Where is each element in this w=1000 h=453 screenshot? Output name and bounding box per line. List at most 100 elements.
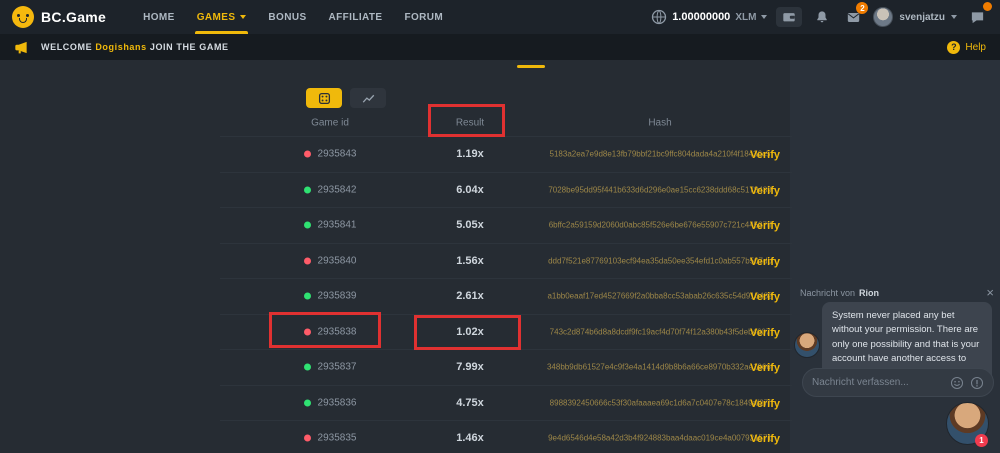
chat-badge (983, 2, 992, 11)
trend-icon (362, 92, 375, 105)
status-dot (304, 151, 311, 158)
result-value: 5.05x (410, 219, 530, 231)
sender-avatar (794, 332, 820, 358)
table-row: 2935835 1.46x 9e4d6546d4e58a42d3b4f92488… (220, 420, 792, 453)
game-id: 2935841 (318, 220, 357, 231)
result-value: 4.75x (410, 397, 530, 409)
result-value: 1.56x (410, 255, 530, 267)
coin-icon (651, 9, 667, 25)
username: svenjatzu (899, 12, 945, 23)
status-dot (304, 435, 311, 442)
col-header-hash: Hash (540, 118, 780, 129)
result-value: 6.04x (410, 184, 530, 196)
nav-item-bonus[interactable]: BONUS (257, 0, 317, 34)
nav-item-forum[interactable]: FORUM (394, 0, 455, 34)
nav-item-games[interactable]: GAMES (186, 0, 258, 34)
verify-link[interactable]: Verify (750, 149, 780, 161)
megaphone-icon (14, 40, 29, 55)
chat-message-input[interactable] (812, 377, 944, 388)
exclamation-circle-icon (970, 376, 984, 390)
verify-link[interactable]: Verify (750, 220, 780, 232)
game-id: 2935839 (318, 291, 357, 302)
table-row: 2935836 4.75x 8988392450666c53f30afaaaea… (220, 385, 792, 421)
smiley-icon (950, 376, 964, 390)
balance-currency: XLM (735, 12, 756, 23)
verify-link[interactable]: Verify (750, 398, 780, 410)
game-id: 2935835 (318, 433, 357, 444)
main-nav: HOME GAMES BONUS AFFILIATE FORUM (132, 0, 454, 34)
game-id: 2935842 (318, 184, 357, 195)
announcement-bar: WELCOME Dogishans JOIN THE GAME ? Help (0, 34, 1000, 60)
annotation-box-result-header (428, 104, 505, 137)
unread-badge: 1 (975, 434, 988, 447)
emoji-button[interactable] (950, 376, 964, 390)
bell-icon (815, 10, 829, 24)
game-id: 2935840 (318, 255, 357, 266)
nav-item-home[interactable]: HOME (132, 0, 186, 34)
result-value: 1.46x (410, 432, 530, 444)
page: BC.Game HOME GAMES BONUS AFFILIATE FORUM… (0, 0, 1000, 453)
game-id: 2935836 (318, 397, 357, 408)
table-row: 2935841 5.05x 6bffc2a59159d2060d0abc85f5… (220, 207, 792, 243)
active-tab-indicator (517, 65, 545, 68)
status-dot (304, 186, 311, 193)
announcement-username: Dogishans (95, 42, 146, 52)
user-avatar (873, 7, 893, 27)
top-right-cluster: 1.00000000 XLM 2 svenjatzu (651, 6, 1000, 28)
trend-view-button[interactable] (350, 88, 386, 108)
message-from-label: Nachricht von (800, 288, 855, 298)
verify-link[interactable]: Verify (750, 185, 780, 197)
mail-button[interactable]: 2 (842, 6, 864, 28)
help-link[interactable]: ? Help (947, 41, 986, 54)
table-row: 2935843 1.19x 5183a2ea7e9d8e13fb79bbf21b… (220, 136, 792, 172)
verify-link[interactable]: Verify (750, 256, 780, 268)
chat-bubble-icon (970, 10, 985, 25)
wallet-icon (782, 10, 796, 24)
status-dot (304, 293, 311, 300)
verify-link[interactable]: Verify (750, 362, 780, 374)
table-row: 2935837 7.99x 348bb9db61527e4c9f3e4a1414… (220, 349, 792, 385)
bcgame-logo[interactable]: BC.Game (0, 6, 106, 28)
balance-amount: 1.00000000 (672, 11, 730, 23)
balance-selector[interactable]: 1.00000000 XLM (651, 9, 767, 25)
game-id: 2935843 (318, 149, 357, 160)
status-dot (304, 257, 311, 264)
chat-user-avatar[interactable]: 1 (946, 402, 989, 445)
status-dot (304, 222, 311, 229)
annotation-box-game-id (269, 312, 381, 348)
verify-link[interactable]: Verify (750, 327, 780, 339)
bets-table: Game id Result Hash 2935843 1.19x 5183a2… (220, 110, 792, 453)
message-sender: Rion (859, 288, 879, 298)
table-header-row: Game id Result Hash (220, 110, 792, 136)
result-value: 2.61x (410, 290, 530, 302)
table-row: 2935842 6.04x 7028be95dd95f441b633d6d296… (220, 172, 792, 208)
info-button[interactable] (970, 376, 984, 390)
user-menu[interactable]: svenjatzu (873, 7, 957, 27)
status-dot (304, 399, 311, 406)
announcement-text: WELCOME Dogishans JOIN THE GAME (41, 42, 229, 52)
bcgame-logo-text: BC.Game (41, 9, 106, 25)
col-header-game-id: Game id (220, 118, 440, 129)
chevron-down-icon (951, 15, 957, 19)
verify-link[interactable]: Verify (750, 291, 780, 303)
close-icon[interactable]: × (984, 286, 996, 299)
nav-item-affiliate[interactable]: AFFILIATE (318, 0, 394, 34)
result-value: 7.99x (410, 361, 530, 373)
table-body: 2935843 1.19x 5183a2ea7e9d8e13fb79bbf21b… (220, 136, 792, 453)
verify-link[interactable]: Verify (750, 433, 780, 445)
chevron-down-icon (761, 15, 767, 19)
bcgame-logo-icon (12, 6, 34, 28)
dice-view-button[interactable] (306, 88, 342, 108)
view-toggle (306, 88, 386, 108)
table-row: 2935840 1.56x ddd7f521e87769103ecf94ea35… (220, 243, 792, 279)
mail-badge: 2 (856, 2, 868, 14)
result-value: 1.19x (410, 148, 530, 160)
notifications-button[interactable] (811, 6, 833, 28)
wallet-button[interactable] (776, 7, 802, 27)
help-icon: ? (947, 41, 960, 54)
chevron-down-icon (240, 15, 246, 19)
table-row: 2935839 2.61x a1bb0eaaf17ed4527669f2a0bb… (220, 278, 792, 314)
chat-toggle-button[interactable] (966, 6, 988, 28)
annotation-box-result-value (414, 315, 521, 350)
top-navigation-bar: BC.Game HOME GAMES BONUS AFFILIATE FORUM… (0, 0, 1000, 34)
